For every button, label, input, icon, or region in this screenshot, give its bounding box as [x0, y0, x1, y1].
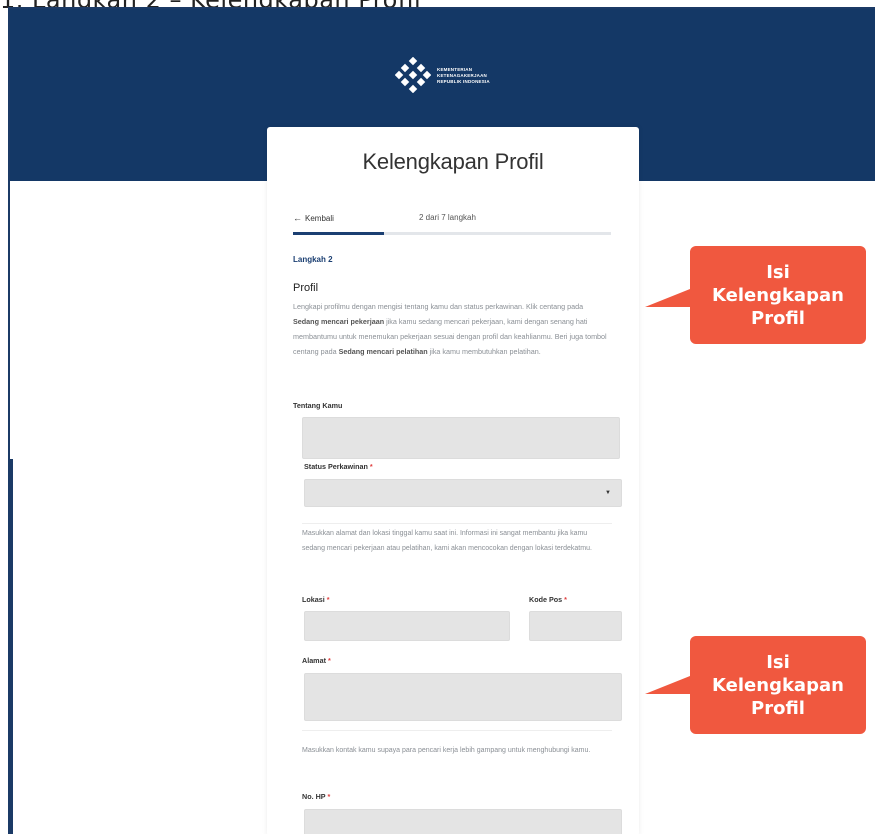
postal-code-input[interactable] [529, 611, 622, 641]
logo-text: KEMENTERIAN KETENAGAKERJAAN REPUBLIK IND… [437, 66, 490, 84]
section-title: Profil [293, 282, 319, 294]
location-input[interactable] [304, 611, 510, 641]
address-hint: Masukkan alamat dan lokasi tinggal kamu … [302, 530, 592, 552]
progress-fill [293, 232, 384, 235]
kemnaker-emblem-icon [395, 57, 431, 93]
phone-input[interactable] [304, 809, 622, 834]
marital-status-select[interactable]: ▼ [304, 479, 622, 507]
page-title: Kelengkapan Profil [362, 149, 544, 174]
callout-pointer [645, 287, 695, 307]
annotation-callout: Isi Kelengkapan Profil [690, 246, 866, 344]
callout-pointer [645, 674, 695, 694]
address-textarea[interactable] [304, 673, 622, 721]
contact-hint: Masukkan kontak kamu supaya para pencari… [302, 747, 591, 754]
about-label: Tentang Kamu [293, 401, 343, 410]
caret-down-icon: ▼ [605, 490, 611, 496]
arrow-left-icon: ← [293, 213, 302, 223]
back-button[interactable]: ← Kembali [293, 213, 334, 223]
section-divider [302, 523, 612, 524]
back-label: Kembali [305, 213, 334, 223]
location-label: Lokasi * [302, 595, 330, 604]
marital-status-label: Status Perkawinan * [304, 462, 373, 471]
frame-left-rule [10, 459, 13, 834]
section-description: Lengkapi profilmu dengan mengisi tentang… [293, 302, 607, 356]
postal-code-label: Kode Pos * [529, 595, 567, 604]
kemnaker-logo: KEMENTERIAN KETENAGAKERJAAN REPUBLIK IND… [395, 57, 490, 93]
annotation-callout: Isi Kelengkapan Profil [690, 636, 866, 734]
about-textarea[interactable] [302, 417, 620, 459]
phone-label: No. HP * [302, 792, 331, 801]
step-counter: 2 dari 7 langkah [419, 213, 476, 222]
progress-bar [293, 232, 611, 235]
address-label: Alamat * [302, 656, 331, 665]
profile-card: Kelengkapan Profil ← Kembali 2 dari 7 la… [267, 127, 639, 834]
step-tag: Langkah 2 [293, 255, 333, 264]
section-divider [302, 730, 612, 731]
